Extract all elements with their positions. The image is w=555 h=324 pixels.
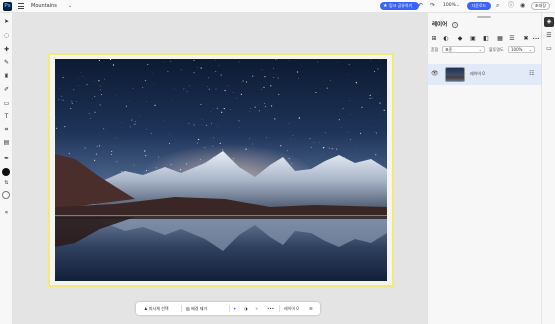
undo-icon[interactable]: ↶ — [418, 2, 423, 10]
mask-layer-icon[interactable]: ◧ — [482, 35, 490, 43]
clone-stamp-icon[interactable]: ♜ — [2, 72, 11, 81]
document-name[interactable]: Mountains — [31, 2, 57, 10]
stack-icon[interactable]: ☰ — [508, 35, 516, 43]
layers-panel-icon[interactable]: ◈ — [544, 17, 554, 27]
mask-icon[interactable]: ◑ — [244, 304, 248, 313]
rectangle-icon[interactable]: ▭ — [2, 99, 11, 108]
invite-button[interactable]: 초대장 — [531, 2, 550, 10]
taskbar-divider — [279, 305, 280, 312]
select-subject-label: 피사체 선택 — [148, 306, 169, 311]
blend-mode-label: 혼합 — [431, 47, 439, 52]
swap-colors-icon[interactable]: ⇅ — [2, 179, 11, 188]
opacity-label: 불투명도 — [489, 47, 504, 52]
adjust-icon[interactable]: ✧ — [255, 304, 258, 313]
remove-background-button[interactable]: ▨ 배경 제거 — [186, 304, 207, 313]
taskbar-divider — [181, 305, 182, 312]
properties-panel-icon[interactable]: ☰ — [544, 31, 554, 41]
group-icon[interactable]: ▦ — [496, 35, 504, 43]
redo-icon[interactable]: ↷ — [430, 2, 435, 10]
contextual-taskbar: ♟ 피사체 선택 ▨ 배경 제거 ✦ ◑ ✧ ••• 레이어 0 ☰ — [136, 302, 320, 315]
sparkle-icon: ★ — [383, 3, 388, 9]
left-toolbar: ➤ ◌ ✚ ✎ ♜ ✐ ▭ T ⌗ ▤ ✒ ⇅ « — [0, 13, 13, 324]
app-logo: Ps — [3, 2, 12, 11]
panel-title: 레이어 — [432, 22, 448, 28]
menu-icon[interactable] — [18, 3, 24, 9]
blend-mode-value: 표준 — [445, 47, 453, 52]
background-color-swatch[interactable] — [2, 191, 10, 199]
canvas-area[interactable]: ♟ 피사체 선택 ▨ 배경 제거 ✦ ◑ ✧ ••• 레이어 0 ☰ — [13, 13, 427, 324]
remove-background-label: 배경 제거 — [191, 306, 208, 311]
chevron-down-icon[interactable]: ⌄ — [68, 2, 72, 10]
info-icon[interactable]: i — [452, 22, 458, 28]
opacity-value: 100% — [511, 47, 523, 52]
foreground-color-swatch[interactable] — [2, 168, 10, 176]
layer-row[interactable]: 👁 레이어 0 ☷ — [428, 64, 542, 85]
fill-layer-icon[interactable]: ◆ — [456, 35, 464, 43]
brush-icon[interactable]: ✎ — [2, 58, 11, 67]
chevron-down-icon: ⌄ — [478, 47, 482, 52]
panel-more-icon[interactable]: ••• — [532, 35, 540, 43]
zoom-chevron-icon[interactable]: ⌄ — [456, 2, 460, 10]
eraser-icon[interactable]: ✐ — [2, 85, 11, 94]
opacity-select[interactable]: 100% ⌄ — [508, 46, 535, 53]
add-layer-icon[interactable]: ⊞ — [430, 35, 438, 43]
canvas-selection-frame[interactable] — [48, 53, 394, 287]
gradient-icon[interactable]: ▤ — [2, 138, 11, 147]
taskbar-divider — [229, 305, 230, 312]
layers-panel: 레이어 i ⊞ ◐ ◆ ▣ ◧ ▦ ☰ ✖ ••• 혼합 표준 ⌄ 불투명도 1… — [427, 13, 542, 324]
quick-select-icon[interactable]: ◌ — [2, 31, 11, 40]
chevron-down-icon: ⌄ — [528, 47, 532, 52]
layer-properties-icon[interactable]: ☷ — [529, 70, 534, 78]
move-tool-icon[interactable]: ➤ — [2, 17, 11, 26]
current-layer-label[interactable]: 레이어 0 — [284, 304, 299, 313]
comments-panel-icon[interactable]: ▭ — [544, 44, 554, 54]
share-link-label: 링크 공유하기 — [389, 3, 413, 8]
visibility-eye-icon[interactable]: 👁 — [431, 70, 439, 78]
mountains-photo — [55, 59, 387, 281]
heal-icon[interactable]: ✚ — [2, 45, 11, 54]
blend-mode-select[interactable]: 표준 ⌄ — [442, 46, 485, 53]
layer-thumbnail — [445, 67, 465, 82]
collapse-toolbar-icon[interactable]: « — [2, 208, 11, 217]
more-options-button[interactable]: ••• — [267, 304, 274, 313]
delete-layer-icon[interactable]: ✖ — [522, 35, 530, 43]
right-rail: ◈ ☰ ▭ — [541, 13, 555, 324]
select-subject-button[interactable]: ♟ 피사체 선택 — [144, 304, 169, 313]
account-icon[interactable]: ◉ — [520, 2, 525, 10]
text-icon[interactable]: T — [2, 112, 11, 121]
mountains-image[interactable] — [55, 59, 387, 281]
adjustment-layer-icon[interactable]: ◐ — [442, 35, 450, 43]
layer-name: 레이어 0 — [470, 71, 485, 76]
zoom-level[interactable]: 100% — [443, 2, 456, 10]
generative-fill-icon[interactable]: ✦ — [233, 304, 236, 313]
taskbar-settings-icon[interactable]: ☰ — [309, 304, 313, 313]
help-icon[interactable]: ⓘ — [508, 2, 514, 10]
share-link-button[interactable]: ★ 링크 공유하기 — [380, 2, 419, 10]
top-bar: Ps Mountains ⌄ ★ 링크 공유하기 ↶ ↷ 100% ⌄ 다운로드… — [0, 0, 555, 13]
add-image-icon[interactable]: ▣ — [469, 35, 477, 43]
search-icon[interactable]: ⌕ — [496, 2, 499, 10]
panel-drag-handle[interactable] — [477, 16, 491, 18]
eyedropper-icon[interactable]: ✒ — [2, 154, 11, 163]
crop-icon[interactable]: ⌗ — [2, 125, 11, 134]
photoshop-web-app: Ps Mountains ⌄ ★ 링크 공유하기 ↶ ↷ 100% ⌄ 다운로드… — [0, 0, 555, 324]
download-button[interactable]: 다운로드 — [467, 2, 491, 10]
